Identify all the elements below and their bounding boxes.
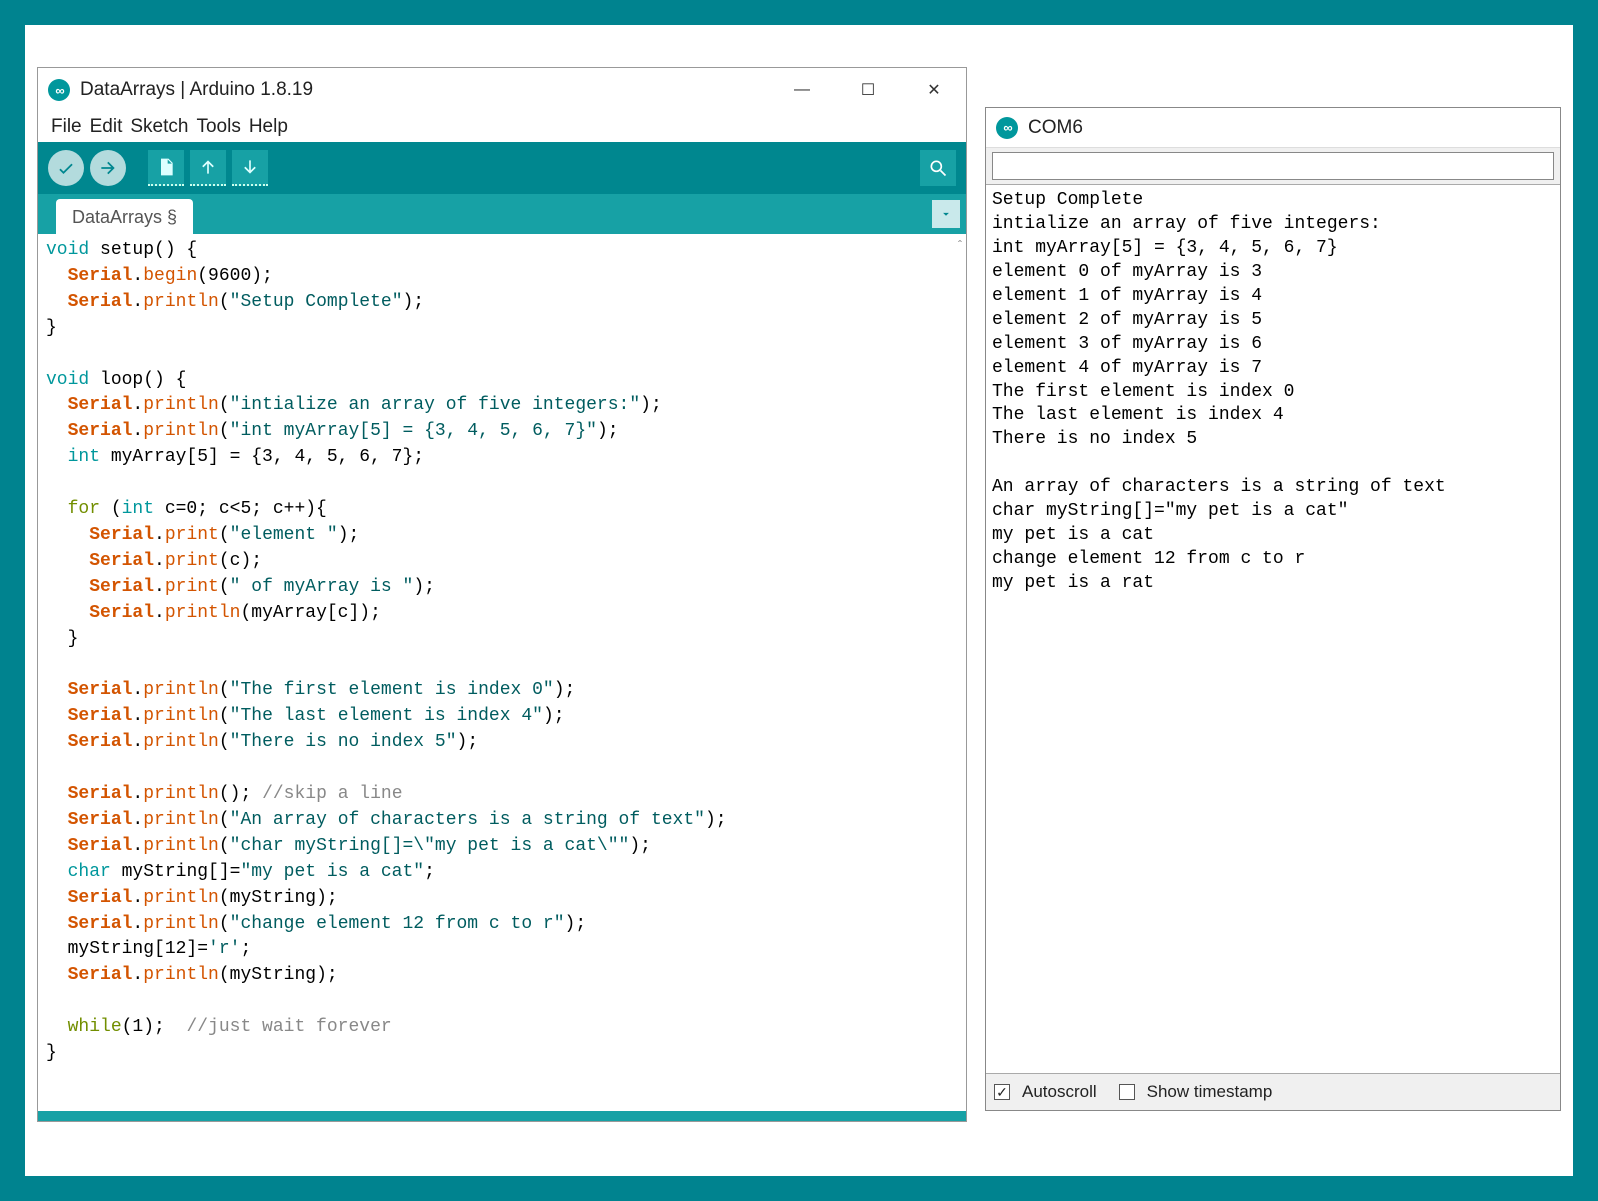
ide-toolbar: [38, 142, 966, 194]
arduino-logo-icon: ∞: [48, 79, 70, 101]
minimize-button[interactable]: —: [790, 78, 814, 102]
tab-strip: DataArrays §: [38, 194, 966, 234]
open-button[interactable]: [190, 150, 226, 186]
serial-send-input[interactable]: [992, 152, 1554, 180]
timestamp-checkbox[interactable]: [1119, 1084, 1135, 1100]
ide-status-bar: [38, 1111, 966, 1121]
maximize-button[interactable]: ☐: [856, 78, 880, 102]
menu-tools[interactable]: Tools: [193, 116, 243, 138]
chevron-down-icon: [939, 207, 953, 221]
serial-output[interactable]: Setup Complete intialize an array of fiv…: [986, 184, 1560, 1074]
timestamp-label: Show timestamp: [1147, 1082, 1273, 1102]
serial-monitor-window: ∞ COM6 Setup Complete intialize an array…: [985, 107, 1561, 1111]
file-icon: [156, 157, 176, 177]
code-editor[interactable]: ˆ void setup() { Serial.begin(9600); Ser…: [38, 234, 966, 1111]
save-button[interactable]: [232, 150, 268, 186]
ide-menubar: FileEditSketchToolsHelp: [38, 112, 966, 142]
serial-monitor-button[interactable]: [920, 150, 956, 186]
arrow-right-icon: [98, 158, 118, 178]
magnifier-icon: [928, 158, 948, 178]
autoscroll-label: Autoscroll: [1022, 1082, 1097, 1102]
arrow-down-icon: [240, 157, 260, 177]
menu-help[interactable]: Help: [246, 116, 291, 138]
verify-button[interactable]: [48, 150, 84, 186]
scroll-up-icon[interactable]: ˆ: [958, 238, 962, 252]
serial-footer: ✓ Autoscroll Show timestamp: [986, 1074, 1560, 1110]
arrow-up-icon: [198, 157, 218, 177]
menu-edit[interactable]: Edit: [87, 116, 126, 138]
serial-titlebar: ∞ COM6: [986, 108, 1560, 148]
autoscroll-checkbox[interactable]: ✓: [994, 1084, 1010, 1100]
ide-titlebar: ∞ DataArrays | Arduino 1.8.19 — ☐ ✕: [38, 68, 966, 112]
close-button[interactable]: ✕: [922, 78, 946, 102]
tab-dropdown-button[interactable]: [932, 200, 960, 228]
arduino-ide-window: ∞ DataArrays | Arduino 1.8.19 — ☐ ✕ File…: [37, 67, 967, 1122]
tab-dataarrays[interactable]: DataArrays §: [56, 199, 193, 234]
check-icon: [56, 158, 76, 178]
menu-sketch[interactable]: Sketch: [127, 116, 191, 138]
menu-file[interactable]: File: [48, 116, 85, 138]
arduino-logo-icon: ∞: [996, 117, 1018, 139]
new-button[interactable]: [148, 150, 184, 186]
serial-title: COM6: [1028, 117, 1083, 139]
upload-button[interactable]: [90, 150, 126, 186]
ide-title: DataArrays | Arduino 1.8.19: [80, 79, 313, 101]
